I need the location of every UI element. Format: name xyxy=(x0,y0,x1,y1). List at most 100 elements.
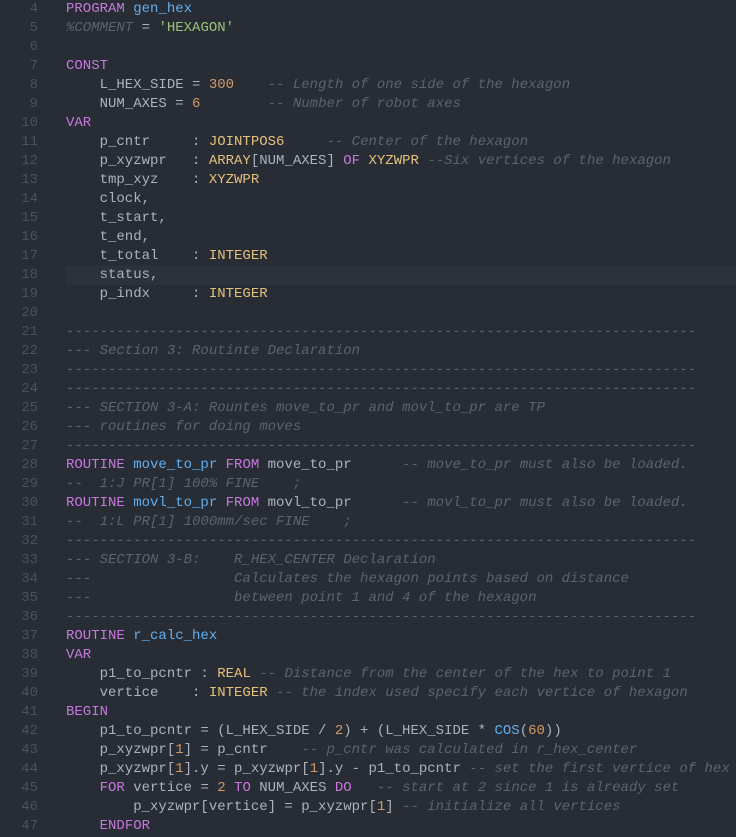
line-number: 4 xyxy=(0,0,38,19)
token: -- 1:J PR[1] 100% FINE ; xyxy=(66,476,301,492)
token: [NUM_AXES] xyxy=(251,153,343,169)
token: t_start, xyxy=(66,210,167,226)
token: -- move_to_pr must also be loaded. xyxy=(402,457,688,473)
code-line[interactable]: --- Calculates the hexagon points based … xyxy=(66,570,736,589)
code-line[interactable]: ROUTINE move_to_pr FROM move_to_pr -- mo… xyxy=(66,456,736,475)
code-line[interactable] xyxy=(66,38,736,57)
token: ROUTINE xyxy=(66,457,125,473)
token: BEGIN xyxy=(66,704,108,720)
line-number: 41 xyxy=(0,703,38,722)
code-line[interactable]: p1_to_pcntr : REAL -- Distance from the … xyxy=(66,665,736,684)
token xyxy=(226,780,234,796)
code-line[interactable]: status, xyxy=(66,266,736,285)
code-line[interactable]: ----------------------------------------… xyxy=(66,437,736,456)
code-line[interactable]: ----------------------------------------… xyxy=(66,380,736,399)
line-number: 36 xyxy=(0,608,38,627)
line-number: 17 xyxy=(0,247,38,266)
line-number: 12 xyxy=(0,152,38,171)
token: status, xyxy=(66,267,158,283)
code-line[interactable]: %COMMENT = 'HEXAGON' xyxy=(66,19,736,38)
line-number: 47 xyxy=(0,817,38,836)
code-line[interactable]: p_cntr : JOINTPOS6 -- Center of the hexa… xyxy=(66,133,736,152)
line-number: 44 xyxy=(0,760,38,779)
code-line[interactable]: L_HEX_SIDE = 300 -- Length of one side o… xyxy=(66,76,736,95)
line-number: 25 xyxy=(0,399,38,418)
token: ) + (L_HEX_SIDE * xyxy=(343,723,494,739)
code-line[interactable]: VAR xyxy=(66,646,736,665)
token: COS xyxy=(494,723,519,739)
line-number: 5 xyxy=(0,19,38,38)
line-number: 19 xyxy=(0,285,38,304)
code-line[interactable]: t_total : INTEGER xyxy=(66,247,736,266)
code-line[interactable]: NUM_AXES = 6 -- Number of robot axes xyxy=(66,95,736,114)
code-line[interactable]: -- 1:J PR[1] 100% FINE ; xyxy=(66,475,736,494)
code-line[interactable]: ----------------------------------------… xyxy=(66,532,736,551)
token xyxy=(125,1,133,17)
code-line[interactable]: p_xyzwpr[1] = p_cntr -- p_cntr was calcu… xyxy=(66,741,736,760)
token: p_xyzwpr[ xyxy=(66,761,175,777)
line-number: 46 xyxy=(0,798,38,817)
line-number: 7 xyxy=(0,57,38,76)
code-line[interactable]: t_end, xyxy=(66,228,736,247)
code-line[interactable]: --- SECTION 3-B: R_HEX_CENTER Declaratio… xyxy=(66,551,736,570)
code-line[interactable]: clock, xyxy=(66,190,736,209)
token: -- Number of robot axes xyxy=(268,96,461,112)
token: = xyxy=(133,20,158,36)
code-line[interactable]: ----------------------------------------… xyxy=(66,323,736,342)
token: --- SECTION 3-A: Rountes move_to_pr and … xyxy=(66,400,545,416)
code-line[interactable]: --- routines for doing moves xyxy=(66,418,736,437)
code-line[interactable]: ----------------------------------------… xyxy=(66,361,736,380)
code-line[interactable]: p1_to_pcntr = (L_HEX_SIDE / 2) + (L_HEX_… xyxy=(66,722,736,741)
line-number: 23 xyxy=(0,361,38,380)
line-number: 33 xyxy=(0,551,38,570)
token: L_HEX_SIDE = xyxy=(66,77,209,93)
token: movl_to_pr xyxy=(133,495,217,511)
code-line[interactable]: PROGRAM gen_hex xyxy=(66,0,736,19)
code-editor[interactable]: 4567891011121314151617181920212223242526… xyxy=(0,0,736,837)
code-line[interactable]: --- Section 3: Routinte Declaration xyxy=(66,342,736,361)
code-line[interactable]: vertice : INTEGER -- the index used spec… xyxy=(66,684,736,703)
token xyxy=(200,96,267,112)
code-line[interactable]: FOR vertice = 2 TO NUM_AXES DO -- start … xyxy=(66,779,736,798)
token: -- set the first vertice of hex xyxy=(469,761,729,777)
code-line[interactable]: p_xyzwpr[vertice] = p_xyzwpr[1] -- initi… xyxy=(66,798,736,817)
token: --Six vertices of the hexagon xyxy=(427,153,671,169)
token: INTEGER xyxy=(209,685,268,701)
code-line[interactable]: ROUTINE r_calc_hex xyxy=(66,627,736,646)
code-line[interactable]: t_start, xyxy=(66,209,736,228)
code-line[interactable]: --- between point 1 and 4 of the hexagon xyxy=(66,589,736,608)
code-line[interactable]: p_xyzwpr : ARRAY[NUM_AXES] OF XYZWPR --S… xyxy=(66,152,736,171)
code-line[interactable]: ----------------------------------------… xyxy=(66,608,736,627)
token: --- Calculates the hexagon points based … xyxy=(66,571,629,587)
token: -- movl_to_pr must also be loaded. xyxy=(402,495,688,511)
token: 60 xyxy=(528,723,545,739)
line-number: 42 xyxy=(0,722,38,741)
code-line[interactable]: --- SECTION 3-A: Rountes move_to_pr and … xyxy=(66,399,736,418)
token: ----------------------------------------… xyxy=(66,362,696,378)
code-line[interactable]: p_indx : INTEGER xyxy=(66,285,736,304)
line-number: 20 xyxy=(0,304,38,323)
code-line[interactable]: VAR xyxy=(66,114,736,133)
code-line[interactable]: tmp_xyz : XYZWPR xyxy=(66,171,736,190)
code-line[interactable]: p_xyzwpr[1].y = p_xyzwpr[1].y - p1_to_pc… xyxy=(66,760,736,779)
line-number: 22 xyxy=(0,342,38,361)
line-number: 10 xyxy=(0,114,38,133)
code-line[interactable]: ROUTINE movl_to_pr FROM movl_to_pr -- mo… xyxy=(66,494,736,513)
token: --- routines for doing moves xyxy=(66,419,326,435)
code-line[interactable]: ENDFOR xyxy=(66,817,736,836)
token: PROGRAM xyxy=(66,1,125,17)
code-line[interactable] xyxy=(66,304,736,323)
line-number: 27 xyxy=(0,437,38,456)
code-line[interactable]: BEGIN xyxy=(66,703,736,722)
token: 2 xyxy=(335,723,343,739)
line-number: 18 xyxy=(0,266,38,285)
code-line[interactable]: CONST xyxy=(66,57,736,76)
code-area[interactable]: PROGRAM gen_hex%COMMENT = 'HEXAGON' CONS… xyxy=(50,0,736,837)
code-line[interactable]: -- 1:L PR[1] 1000mm/sec FINE ; xyxy=(66,513,736,532)
token: OF xyxy=(343,153,360,169)
token: JOINTPOS6 xyxy=(209,134,285,150)
token: p_xyzwpr : xyxy=(66,153,209,169)
token: REAL xyxy=(217,666,251,682)
token xyxy=(217,457,225,473)
token: p_cntr : xyxy=(66,134,209,150)
